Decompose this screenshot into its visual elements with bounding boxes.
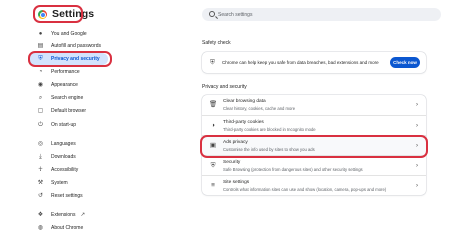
ads-privacy-highlight-outline [200, 135, 428, 158]
search-input[interactable] [218, 8, 418, 21]
sidebar-item-label: Languages [51, 141, 76, 147]
nav-highlight-outline [28, 51, 112, 67]
row-description: Third-party cookies are blocked in Incog… [223, 127, 316, 132]
sliders-icon: ≡ [211, 182, 215, 189]
sidebar-item-label: Performance [51, 69, 80, 75]
puzzle-icon: ❖ [37, 211, 44, 218]
sidebar: ● You and Google ▤ Autofill and password… [0, 28, 190, 248]
sidebar-item-accessibility[interactable]: ☥ Accessibility [30, 164, 110, 176]
sidebar-item-label: Reset settings [51, 193, 83, 199]
row-site-settings[interactable]: ≡ Site settings Controls what informatio… [202, 175, 426, 195]
shield-check-icon: ⛨ [210, 59, 215, 66]
accessibility-icon: ☥ [38, 166, 43, 173]
row-description: Clear history, cookies, cache and more [223, 106, 296, 111]
safety-check-card: ⛨ Chrome can help keep you safe from dat… [202, 52, 426, 73]
row-security[interactable]: ⛨ Security Safe Browsing (protection fro… [202, 155, 426, 175]
sidebar-item-languages[interactable]: ◎ Languages [30, 138, 110, 150]
chevron-right-icon: › [416, 123, 418, 129]
sidebar-item-about-chrome[interactable]: ◍ About Chrome [30, 222, 110, 234]
sidebar-item-label: Downloads [51, 154, 76, 160]
wrench-icon: ⚒ [37, 179, 44, 186]
sidebar-item-on-start-up[interactable]: ⏻ On start-up [30, 119, 110, 131]
shield-icon: ⛨ [210, 162, 216, 169]
sidebar-item-reset-settings[interactable]: ↺ Reset settings [30, 190, 110, 202]
sidebar-item-default-browser[interactable]: ▢ Default browser [30, 105, 110, 117]
row-description: Safe Browsing (protection from dangerous… [223, 167, 363, 172]
sidebar-item-downloads[interactable]: ⤓ Downloads [30, 151, 110, 163]
row-title: Site settings [223, 180, 250, 185]
sidebar-item-label: About Chrome [51, 225, 84, 231]
sidebar-item-label: Extensions [51, 212, 76, 218]
row-title: Third-party cookies [223, 120, 264, 125]
row-title: Security [223, 160, 241, 165]
sidebar-item-label: System [51, 180, 68, 186]
search-icon: ⌕ [38, 94, 43, 101]
sidebar-item-label: Default browser [51, 108, 87, 114]
sidebar-item-label: Appearance [51, 82, 78, 88]
sidebar-item-search-engine[interactable]: ⌕ Search engine [30, 92, 110, 104]
browser-icon: ▢ [37, 107, 44, 114]
search-bar[interactable] [202, 8, 441, 21]
external-link-icon: ↗ [80, 212, 86, 218]
person-icon: ● [38, 30, 43, 37]
sidebar-item-extensions[interactable]: ❖ Extensions ↗ [30, 209, 110, 221]
chevron-right-icon: › [416, 163, 418, 169]
row-clear-browsing-data[interactable]: 🗑 Clear browsing data Clear history, coo… [202, 95, 426, 115]
check-now-button[interactable]: Check now [390, 57, 420, 68]
top-bar: Settings [0, 0, 474, 30]
trash-icon: 🗑 [209, 101, 218, 108]
power-icon: ⏻ [38, 121, 43, 128]
sidebar-item-appearance[interactable]: ◉ Appearance [30, 79, 110, 91]
reset-icon: ↺ [37, 192, 44, 199]
sidebar-item-label: Accessibility [51, 167, 79, 173]
sidebar-item-system[interactable]: ⚒ System [30, 177, 110, 189]
safety-check-heading: Safety check [202, 40, 231, 46]
document-icon: ▤ [37, 42, 44, 49]
safety-check-text: Chrome can help keep you safe from data … [222, 60, 379, 65]
cookie-icon: ◑ [211, 122, 215, 129]
sidebar-item-you-and-google[interactable]: ● You and Google [30, 28, 110, 40]
palette-icon: ◉ [37, 81, 44, 88]
privacy-heading: Privacy and security [202, 84, 247, 90]
chevron-right-icon: › [416, 183, 418, 189]
speedometer-icon: ◔ [38, 68, 43, 75]
globe-icon: ◎ [37, 140, 44, 147]
download-icon: ⤓ [39, 153, 42, 160]
sidebar-item-label: On start-up [51, 122, 77, 128]
chevron-right-icon: › [416, 102, 418, 108]
chrome-icon: ◍ [37, 224, 44, 231]
row-title: Clear browsing data [223, 99, 266, 104]
sidebar-item-performance[interactable]: ◔ Performance [30, 66, 110, 78]
sidebar-item-label: Autofill and passwords [51, 43, 102, 49]
sidebar-item-label: You and Google [51, 31, 87, 37]
search-icon [209, 11, 215, 17]
row-third-party-cookies[interactable]: ◑ Third-party cookies Third-party cookie… [202, 115, 426, 135]
row-description: Controls what information sites can use … [223, 187, 387, 192]
sidebar-item-label: Search engine [51, 95, 84, 101]
title-highlight-outline [33, 5, 83, 23]
